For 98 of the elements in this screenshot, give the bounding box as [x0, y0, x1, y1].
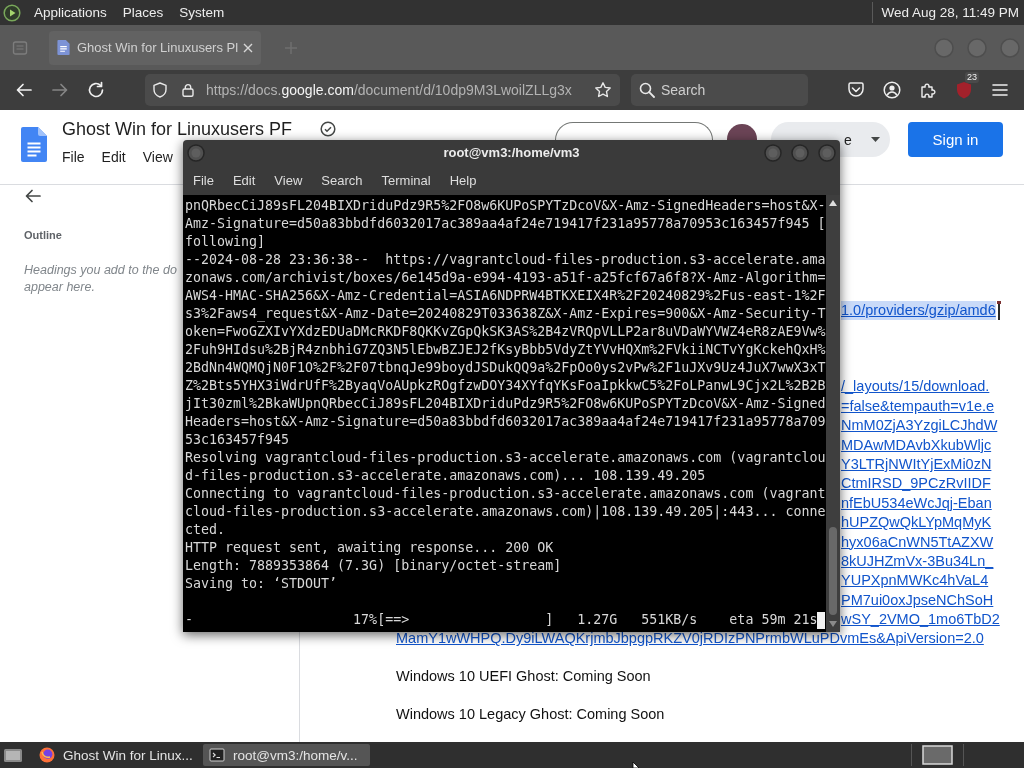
terminal-line: d-files-production.s3-accelerate.amazonaws.com)... 108.139.49.205 [185, 467, 706, 485]
document-link[interactable]: =false&tempauth=v1e.e [841, 396, 995, 417]
document-title[interactable]: Ghost Win for Linuxusers PF [62, 119, 293, 139]
document-link[interactable]: 8kUJHZmVx-3Bu34Ln_ [841, 551, 994, 572]
menu-item[interactable]: View [274, 172, 303, 188]
lock-icon[interactable] [181, 83, 195, 97]
menu-icon[interactable] [991, 81, 1009, 99]
terminal-line: pnQRbecCiJ89sFL204BIXDriduPdz9R5%2FO8w6KUPoSPYTzDcoV&X-Amz-SignedHeaders=host&X- [185, 197, 826, 215]
terminal-line: HTTP request sent, awaiting response... 200 OK [185, 539, 554, 557]
menu-item[interactable]: Edit [232, 172, 256, 188]
menu-item[interactable]: Terminal [381, 172, 431, 188]
document-icon [57, 40, 70, 55]
arrow-left-icon[interactable] [24, 187, 42, 205]
menu-item[interactable]: Help [449, 172, 477, 188]
window-button-icon[interactable] [791, 143, 809, 162]
cursor-icon [817, 611, 826, 629]
terminal-line: AWS4-HMAC-SHA256&X-Amz-Credential=ASIA6NDPRW4BTKXEIX4R%2F20240829%2Fus-east-1%2F [185, 287, 826, 305]
terminal-line: jIt30zml%2BkaWUpnQRbecCiJ89sFL204BIXDriduPdz9R5%2FO8w6KUPoSPYTzDcoV&X-Amz-Signed [185, 395, 826, 413]
chevron-shield-icon[interactable] [847, 81, 865, 99]
play-circle-icon[interactable] [3, 3, 21, 22]
workspace-icon[interactable] [922, 745, 953, 765]
scrollbar[interactable] [826, 195, 840, 632]
badge-count: 23 [965, 72, 979, 83]
taskbar-button[interactable]: root@vm3:/home/v... [203, 744, 370, 766]
pointer-icon [632, 762, 640, 768]
document-link[interactable]: hyx06aCnWN5TtAZXW [841, 532, 994, 552]
star-icon[interactable] [594, 81, 612, 99]
terminal-line: Z%2Bts5YHX3iWdrUfF%2ByaqVoAUpkzROgfzwDOY34XYfqYKsFoaIpkkwC5%2FoLPanwL9Cjx2L%2B2B [185, 377, 826, 395]
person-circle-icon[interactable] [883, 81, 901, 99]
terminal-icon [209, 747, 225, 763]
sign-in-button[interactable]: Sign in [908, 122, 1003, 157]
document-link[interactable]: hUPZQwQkLYpMqMyK [841, 513, 992, 533]
window-button-icon[interactable] [818, 143, 836, 162]
taskbar-button[interactable]: Ghost Win for Linux... [33, 744, 200, 766]
terminal-line: following] [185, 233, 266, 251]
document-link[interactable]: nfEbU534eWcJqj-Eban [841, 493, 992, 514]
window-button-icon[interactable] [764, 143, 782, 162]
header-button[interactable] [555, 122, 713, 140]
caret-icon [870, 137, 880, 142]
scrollbar-thumb[interactable] [829, 527, 837, 615]
check-circle-icon[interactable] [320, 121, 337, 137]
progress-line: - 17%[==> ] 1.27G 551KB/s eta 59m 21s [185, 611, 818, 629]
terminal-line: Saving to: ‘STDOUT’ [185, 575, 338, 593]
terminal-line: 2Fuh9HIdsu%2BjR4znbhiG7ZQ3N5lEbwBZJEJ2fKsyBbb5VdyZtYVvHQXm%2FVkiiNCTvYgKckehQxH% [185, 341, 826, 359]
window-button-icon[interactable] [187, 143, 205, 162]
document-icon[interactable] [21, 127, 47, 162]
search-icon [639, 82, 655, 98]
terminal-line: Connecting to vagrantcloud-files-production.s3-accelerate.amazonaws.com (vagrant [185, 485, 826, 503]
document-link[interactable]: MamY1wWHPQ.Dy9iLWAQKrjmbJbpgpRKZV0jRDIzPNPrmbWLuPDvmEs&ApiVersion=2.0 [396, 629, 984, 649]
document-link[interactable]: PM7ui0oxJpseNChSoH [841, 590, 994, 611]
panel-menu[interactable]: Applications [34, 5, 107, 20]
terminal-line: zonaws.com/archivist/boxes/6e145d9a-e994-4193-a51f-a25fcf67a6f8?X-Amz-Algorithm= [185, 269, 826, 287]
terminal-line: --2024-08-28 23:36:38-- https://vagrantcloud-files-production.s3-accelerate.ama [185, 251, 826, 269]
close-icon[interactable] [243, 42, 253, 53]
url-field[interactable]: https://docs.google.com/document/d/10dp9M3LwoilZLLg3x [145, 74, 620, 106]
shield-icon[interactable] [152, 82, 168, 98]
search-field[interactable]: Search [631, 74, 808, 106]
menu-item[interactable]: Edit [101, 148, 126, 166]
terminal-line: s3%2Faws4_request&X-Amz-Date=20240829T033638Z&X-Amz-Expires=900&X-Amz-Security-T [185, 305, 826, 323]
terminal-line: 2BdNn4WQMQjN0F1O%2F%2F07tbnqJe99boydJSDukQQ9a%2FpOo0ys2vPw%2F1uJXv9Uz4JuX7wwX3xT [185, 359, 826, 377]
terminal-line: cloud-files-production.s3-accelerate.amazonaws.com)|108.139.49.205|:443... conne [185, 503, 826, 521]
browser-logo-icon [39, 747, 55, 763]
terminal-line: 53c163457f945 [185, 431, 290, 449]
arrow-down-icon[interactable] [829, 621, 837, 627]
clock[interactable]: Wed Aug 28, 11:49 PM [881, 5, 1019, 20]
browser-tab[interactable]: Ghost Win for Linuxusers Pl [49, 30, 261, 65]
document-link[interactable]: CtmIRSD_9PCzRvIIDF [841, 474, 991, 494]
document-link[interactable]: wSY_2VMO_1mo6TbD2 [841, 610, 1000, 630]
panel-menu[interactable]: System [179, 5, 225, 20]
document-link[interactable]: /_layouts/15/download. [841, 377, 990, 397]
panel-menu[interactable]: Places [122, 5, 164, 20]
menu-item[interactable]: Search [321, 172, 363, 188]
outline-hint: Headings you add to the do appear here. [24, 262, 177, 296]
window-title: root@vm3:/home/vm3 [443, 145, 580, 160]
outline-heading: Outline [24, 228, 62, 242]
circular-arrow-icon[interactable] [87, 81, 105, 99]
terminal-line: Resolving vagrantcloud-files-production.s3-accelerate.amazonaws.com (vagrantclou [185, 449, 826, 467]
terminal-line: Headers=host&X-Amz-Signature=d50a83bbdfd6032017ac389aa4af24e719417f231a95778a709 [185, 413, 826, 431]
text-cursor-icon [996, 301, 1001, 321]
arrow-left-icon[interactable] [15, 81, 33, 99]
terminal-line: cted. [185, 521, 226, 539]
desktop-icon[interactable] [3, 746, 23, 764]
document-link[interactable]: YUPXpnMWKc4hVaL4 [841, 571, 989, 591]
document-link[interactable]: Y3LTRjNWItYjExMi0zN [841, 454, 992, 475]
menu-item[interactable]: File [62, 148, 85, 166]
terminal-line: Length: 7889353864 (7.3G) [binary/octet-stream] [185, 557, 562, 575]
document-link[interactable]: MDAwMDAvbXkubWljc [841, 435, 992, 455]
document-link[interactable]: 1.0/providers/gzip/amd6 [841, 301, 996, 321]
body-paragraph: Windows 10 Legacy Ghost: Coming Soon [396, 705, 665, 725]
terminal-line: oken=FwoGZXIvYXdzEDUaDMcRKDF8QKKvZGpQkSK3AS%2B4zVRQpVLLP2ar8uVDaWYVWZ4eR8zAE9Vw% [185, 323, 826, 341]
document-link[interactable]: NmM0ZjA3YzgiLCJhdW [841, 416, 998, 436]
avatar-icon[interactable] [727, 124, 757, 140]
menu-item[interactable]: File [193, 172, 214, 188]
body-paragraph: Windows 10 UEFI Ghost: Coming Soon [396, 667, 651, 687]
puzzle-icon[interactable] [919, 81, 937, 99]
arrow-up-icon[interactable] [829, 200, 837, 206]
terminal-line: Amz-Signature=d50a83bbdfd6032017ac389aa4af24e719417f231a95778a70953c163457f945 [ [185, 215, 826, 233]
menu-item[interactable]: View [142, 148, 173, 166]
